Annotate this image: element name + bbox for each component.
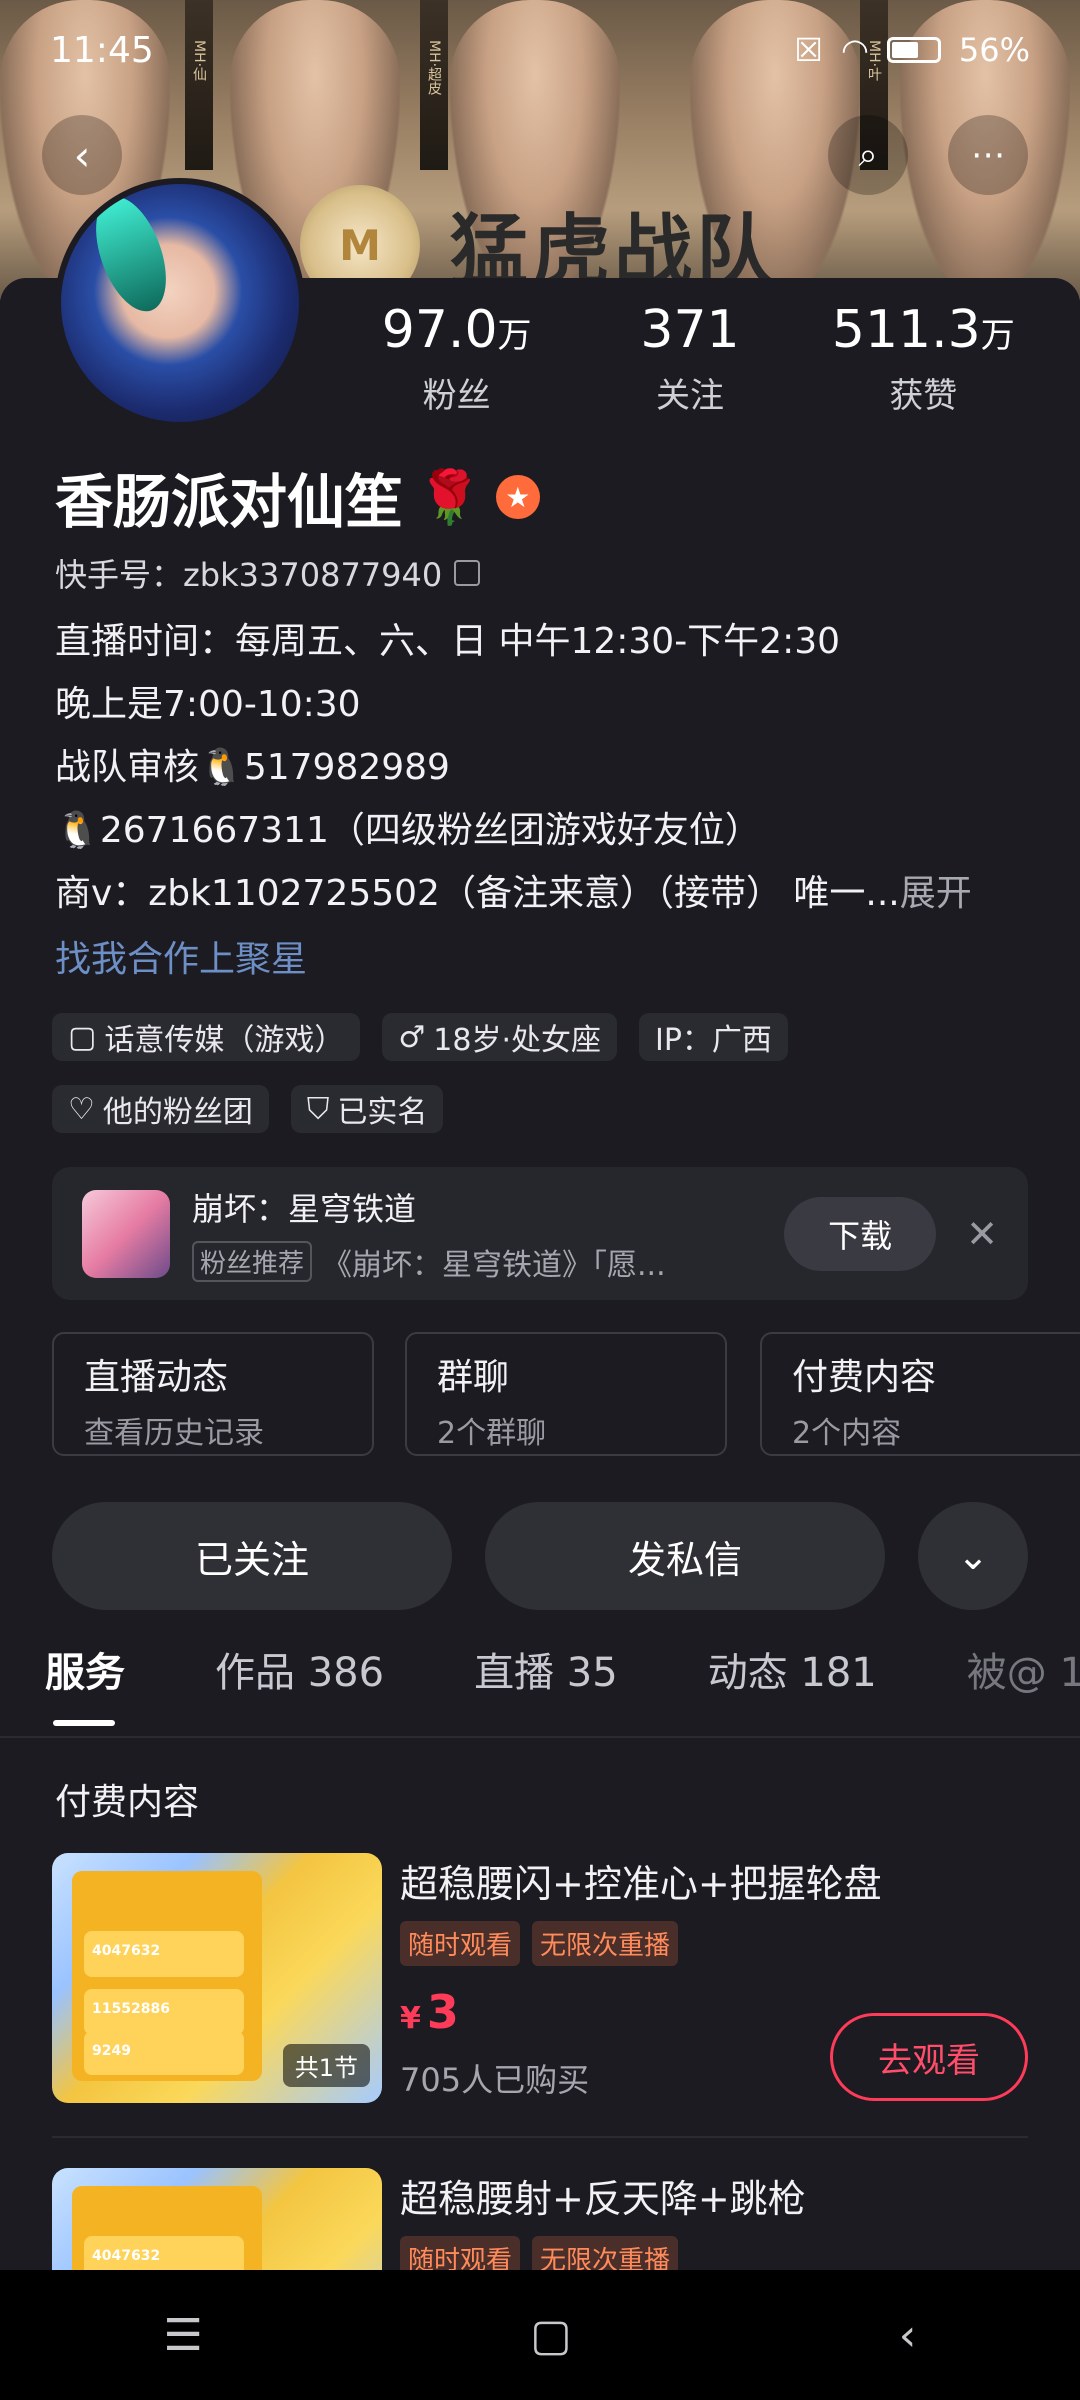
heart-icon: ♡ [68,1091,95,1127]
menu-icon[interactable]: ☰ [164,2310,203,2361]
bio-line: 晚上是7:00-10:30 [55,684,361,725]
close-icon[interactable]: ✕ [966,1212,998,1256]
tab-moments[interactable]: 动态 181 [708,1640,877,1698]
info-chips: ♡ 他的粉丝团 ⛉ 已实名 [52,1085,1052,1133]
item-tag: 随时观看 [400,1921,521,1966]
stat-followers[interactable]: 97.0万 粉丝 [340,300,573,417]
entry-group-chat[interactable]: 群聊 2个群聊 [405,1332,727,1456]
male-icon: ♂ [398,1019,426,1055]
chip-age: ♂ 18岁·处女座 [382,1013,617,1061]
more-icon: ⋯ [971,135,1005,175]
system-nav-bar: ☰ ▢ ‹ [0,2270,1080,2400]
battery-level: 56% [958,31,1030,69]
bio-line: 🐧2671667311（四级粉丝团游戏好友位） [55,810,761,851]
divider [0,1736,1080,1738]
profile-stats: 97.0万 粉丝 371 关注 511.3万 获赞 [340,300,1040,417]
search-icon: ⌕ [858,135,878,175]
item-price: ¥3 [400,1985,459,2039]
expand-link[interactable]: 展开 [900,873,972,914]
item-title: 超稳腰闪+控准心+把握轮盘 [400,1862,882,1906]
back-button[interactable]: ‹ [42,115,122,195]
verified-star-icon[interactable]: ★ [495,475,540,519]
download-button[interactable]: 下载 [784,1196,937,1271]
rose-icon: 🌹 [417,467,482,528]
profile-bio: 直播时间：每周五、六、日 中午12:30-下午2:30 晚上是7:00-10:3… [55,610,1035,925]
stat-likes[interactable]: 511.3万 获赞 [807,300,1040,417]
tab-mentions[interactable]: 被@ 14 [967,1640,1080,1698]
tab-services[interactable]: 服务 [45,1640,125,1726]
lesson-count: 共1节 [282,2044,370,2087]
status-time: 11:45 [50,29,154,71]
chip-agency[interactable]: ▢ 话意传媒（游戏） [52,1013,361,1061]
home-icon[interactable]: ▢ [530,2310,572,2361]
message-button[interactable]: 发私信 [485,1502,885,1610]
battery-icon [886,37,941,63]
paid-item[interactable]: 4047632 11552886 9249 共1节 超稳腰闪+控准心+把握轮盘 … [52,1853,1028,2103]
bio-line: 商v：zbk1102725502（备注来意）（接带） 唯一...展开 [55,873,972,914]
bio-line: 战队审核🐧517982989 [55,747,450,788]
promo-title: 崩坏：星穹铁道 [192,1189,417,1228]
chip-verified: ⛉ 已实名 [290,1085,444,1133]
item-tag: 无限次重播 [532,2236,679,2270]
stat-following[interactable]: 371 关注 [573,300,806,417]
divider [52,2136,1028,2138]
followed-button[interactable]: 已关注 [52,1502,452,1610]
cooperation-link[interactable]: 找我合作上聚星 [55,930,307,982]
avatar[interactable] [55,178,305,428]
info-chips: ▢ 话意传媒（游戏） ♂ 18岁·处女座 IP：广西 [52,1013,1052,1061]
search-button[interactable]: ⌕ [828,115,908,195]
more-button[interactable]: ⋯ [948,115,1028,195]
item-tag: 无限次重播 [532,1921,679,1966]
chevron-left-icon: ‹ [73,130,91,180]
no-sim-icon: ☒ [794,31,823,69]
entry-paid-content[interactable]: 付费内容 2个内容 [760,1332,1080,1456]
item-bought: 705人已购买 [400,2061,590,2099]
shield-icon: ⛉ [306,1091,330,1127]
building-icon: ▢ [68,1019,97,1055]
wifi-icon: ◠ [840,31,869,69]
paid-item[interactable]: 4047632 超稳腰射+反天降+跳枪 随时观看 无限次重播 [52,2168,1028,2270]
entry-live-history[interactable]: 直播动态 查看历史记录 [52,1332,374,1456]
item-title: 超稳腰射+反天降+跳枪 [400,2177,806,2221]
watch-button[interactable]: 去观看 [830,2013,1028,2101]
copy-icon[interactable] [454,560,481,586]
back-icon[interactable]: ‹ [899,2310,917,2361]
promo-tag: 粉丝推荐 [192,1241,313,1282]
kuaishou-id: 快手号：zbk3370877940 [55,550,481,596]
tab-live[interactable]: 直播 35 [474,1640,618,1698]
item-tag: 随时观看 [400,2236,521,2270]
section-title: 付费内容 [55,1782,200,1823]
item-thumbnail: 4047632 [52,2168,382,2270]
game-icon [82,1189,170,1278]
status-bar: 11:45 ☒ ◠ 56% [0,20,1080,80]
promo-desc: 《崩坏：星穹铁道》「愿... [322,1247,666,1283]
chevron-down-icon: ⌄ [957,1534,989,1578]
chip-fan-club[interactable]: ♡ 他的粉丝团 [52,1085,269,1133]
bio-line: 直播时间：每周五、六、日 中午12:30-下午2:30 [55,621,841,662]
item-thumbnail: 4047632 11552886 9249 共1节 [52,1853,382,2103]
tab-works[interactable]: 作品 386 [215,1640,384,1698]
more-actions-button[interactable]: ⌄ [918,1502,1028,1610]
chip-ip: IP：广西 [638,1013,788,1061]
game-promo-card[interactable]: 崩坏：星穹铁道 粉丝推荐 《崩坏：星穹铁道》「愿... 下载 ✕ [52,1167,1028,1300]
profile-name: 香肠派对仙笙 🌹 ★ [55,455,540,539]
profile-tabs: 服务 作品 386 直播 35 动态 181 被@ 14 [0,1640,1080,1736]
